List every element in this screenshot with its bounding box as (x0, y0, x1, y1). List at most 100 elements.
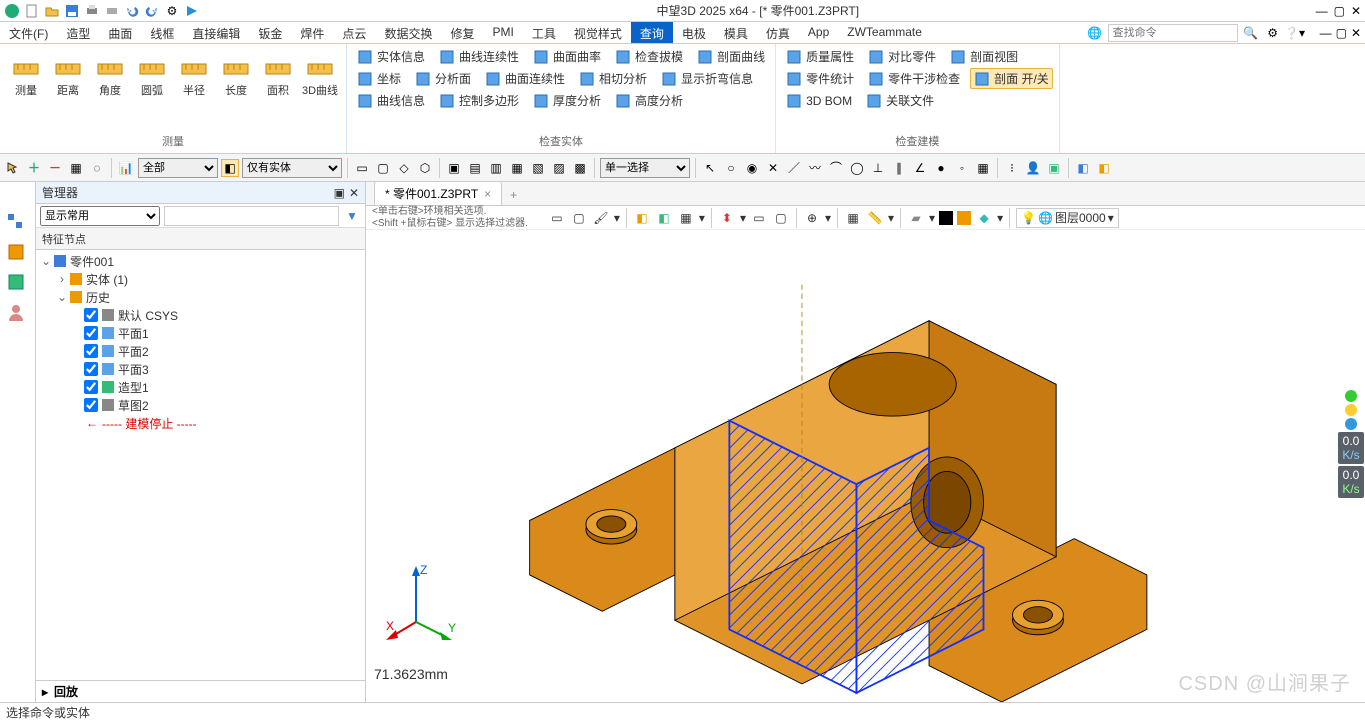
canvas-3d[interactable]: Z X Y 71.3623mm CSDN @山涧果子 0.0K/s 0.0K/s (366, 230, 1365, 702)
ribbon-btn-距离[interactable]: 距离 (48, 46, 88, 100)
tab-close-icon[interactable]: × (484, 187, 491, 201)
settings-icon[interactable]: ⚙ (164, 3, 180, 19)
filter-icon[interactable]: ▼ (343, 207, 361, 225)
ribbon-btn-实体信息[interactable]: 实体信息 (353, 46, 429, 67)
box-icon[interactable]: ▣ (1045, 159, 1063, 177)
ribbon-btn-关联文件[interactable]: 关联文件 (862, 90, 938, 111)
menu-修复[interactable]: 修复 (441, 22, 483, 43)
menu-直接编辑[interactable]: 直接编辑 (183, 22, 249, 43)
tool-icon[interactable]: ▥ (487, 159, 505, 177)
print-icon[interactable] (84, 3, 100, 19)
ribbon-btn-面积[interactable]: 面积 (258, 46, 298, 100)
menu-文件(F)[interactable]: 文件(F) (0, 22, 57, 43)
paint-icon[interactable]: 🖌 (592, 209, 610, 227)
view-icon[interactable]: ▭ (750, 209, 768, 227)
ribbon-btn-高度分析[interactable]: 高度分析 (611, 90, 687, 111)
ruler-icon[interactable]: 📏 (866, 209, 884, 227)
close-icon[interactable]: ✕ (1351, 26, 1361, 40)
filter-all-select[interactable]: 全部 (138, 158, 218, 178)
tree-checkbox[interactable] (84, 308, 98, 322)
tree-node[interactable]: 默认 CSYS (36, 306, 365, 324)
ribbon-btn-3D BOM[interactable]: 3D BOM (782, 90, 856, 111)
menu-视觉样式[interactable]: 视觉样式 (565, 22, 631, 43)
tool-icon[interactable]: ▤ (466, 159, 484, 177)
point-icon[interactable]: ● (932, 159, 950, 177)
tree-checkbox[interactable] (84, 380, 98, 394)
tree-node[interactable]: 草图2 (36, 396, 365, 414)
tool-icon[interactable]: ⬡ (416, 159, 434, 177)
ribbon-btn-曲线信息[interactable]: 曲线信息 (353, 90, 429, 111)
circle-icon[interactable]: ◉ (743, 159, 761, 177)
select-mode-select[interactable]: 单一选择 (600, 158, 690, 178)
wireframe-icon[interactable]: ▦ (677, 209, 695, 227)
tool-icon[interactable]: ▩ (571, 159, 589, 177)
tool-icon[interactable]: ▢ (374, 159, 392, 177)
ribbon-btn-长度[interactable]: 长度 (216, 46, 256, 100)
box-green-icon[interactable] (6, 272, 30, 296)
menu-造型[interactable]: 造型 (57, 22, 99, 43)
menu-钣金[interactable]: 钣金 (249, 22, 291, 43)
redo-icon[interactable] (144, 3, 160, 19)
globe-icon[interactable]: 🌐 (1086, 24, 1104, 42)
view-icon[interactable]: ▢ (772, 209, 790, 227)
ribbon-btn-3D曲线[interactable]: 3D曲线 (300, 46, 340, 100)
menu-数据交换[interactable]: 数据交换 (375, 22, 441, 43)
ribbon-btn-坐标[interactable]: 坐标 (353, 68, 405, 89)
display-filter-select[interactable]: 显示常用 (40, 206, 160, 226)
ribbon-btn-剖面 开/关[interactable]: 剖面 开/关 (970, 68, 1053, 89)
tree-node[interactable]: ⌄历史 (36, 288, 365, 306)
ribbon-btn-零件统计[interactable]: 零件统计 (782, 68, 858, 89)
tree-checkbox[interactable] (84, 362, 98, 376)
ribbon-btn-厚度分析[interactable]: 厚度分析 (529, 90, 605, 111)
ribbon-btn-角度[interactable]: 角度 (90, 46, 130, 100)
ribbon-btn-曲面曲率[interactable]: 曲面曲率 (529, 46, 605, 67)
menu-点云[interactable]: 点云 (333, 22, 375, 43)
grid-icon[interactable]: ▦ (974, 159, 992, 177)
menu-PMI[interactable]: PMI (483, 22, 522, 43)
dock-icon[interactable]: ▣ (334, 186, 345, 200)
tree-checkbox[interactable] (84, 344, 98, 358)
ribbon-btn-质量属性[interactable]: 质量属性 (782, 46, 858, 67)
tree-view-icon[interactable] (6, 212, 30, 236)
tab-add-button[interactable]: + (502, 185, 525, 205)
person-icon[interactable]: 👤 (1024, 159, 1042, 177)
menu-查询[interactable]: 查询 (631, 22, 673, 43)
circle-icon[interactable]: ◯ (848, 159, 866, 177)
arc-icon[interactable]: ⌒ (827, 159, 845, 177)
view-icon[interactable]: ▭ (548, 209, 566, 227)
ribbon-btn-测量[interactable]: 测量 (6, 46, 46, 100)
tangent-icon[interactable]: ⊥ (869, 159, 887, 177)
section-icon[interactable]: ⬍ (718, 209, 736, 227)
help-icon[interactable]: ❔▾ (1286, 24, 1304, 42)
grid-icon[interactable]: ▦ (67, 159, 85, 177)
menu-焊件[interactable]: 焊件 (291, 22, 333, 43)
gear-icon[interactable]: ⚙ (1264, 24, 1282, 42)
cube-orange-icon[interactable]: ◧ (1095, 159, 1113, 177)
tool-icon[interactable]: ▨ (550, 159, 568, 177)
ribbon-btn-圆弧[interactable]: 圆弧 (132, 46, 172, 100)
curve-icon[interactable]: 〰 (806, 159, 824, 177)
cross-icon[interactable]: ✕ (764, 159, 782, 177)
tree-node[interactable]: 造型1 (36, 378, 365, 396)
ribbon-btn-显示折弯信息[interactable]: 显示折弯信息 (657, 68, 757, 89)
print-preview-icon[interactable] (104, 3, 120, 19)
cube-icon[interactable]: ◧ (633, 209, 651, 227)
pointer-icon[interactable] (4, 159, 22, 177)
color-black-icon[interactable] (939, 211, 953, 225)
menu-工具[interactable]: 工具 (523, 22, 565, 43)
max-icon[interactable]: ▢ (1336, 26, 1347, 40)
ribbon-btn-零件干涉检查[interactable]: 零件干涉检查 (864, 68, 964, 89)
tree-node[interactable]: 平面2 (36, 342, 365, 360)
tree-node[interactable]: ⌄零件001 (36, 252, 365, 270)
parallel-icon[interactable]: ∥ (890, 159, 908, 177)
command-search-input[interactable] (1108, 24, 1238, 42)
tree-checkbox[interactable] (84, 326, 98, 340)
playback-row[interactable]: ▸回放 (36, 680, 365, 702)
minus-icon[interactable]: － (46, 159, 64, 177)
minimize-icon[interactable]: — (1316, 4, 1328, 18)
menu-电极[interactable]: 电极 (673, 22, 715, 43)
target-icon[interactable]: ⊕ (803, 209, 821, 227)
tree-checkbox[interactable] (84, 398, 98, 412)
angle-icon[interactable]: ∠ (911, 159, 929, 177)
tool-icon[interactable]: ▭ (353, 159, 371, 177)
